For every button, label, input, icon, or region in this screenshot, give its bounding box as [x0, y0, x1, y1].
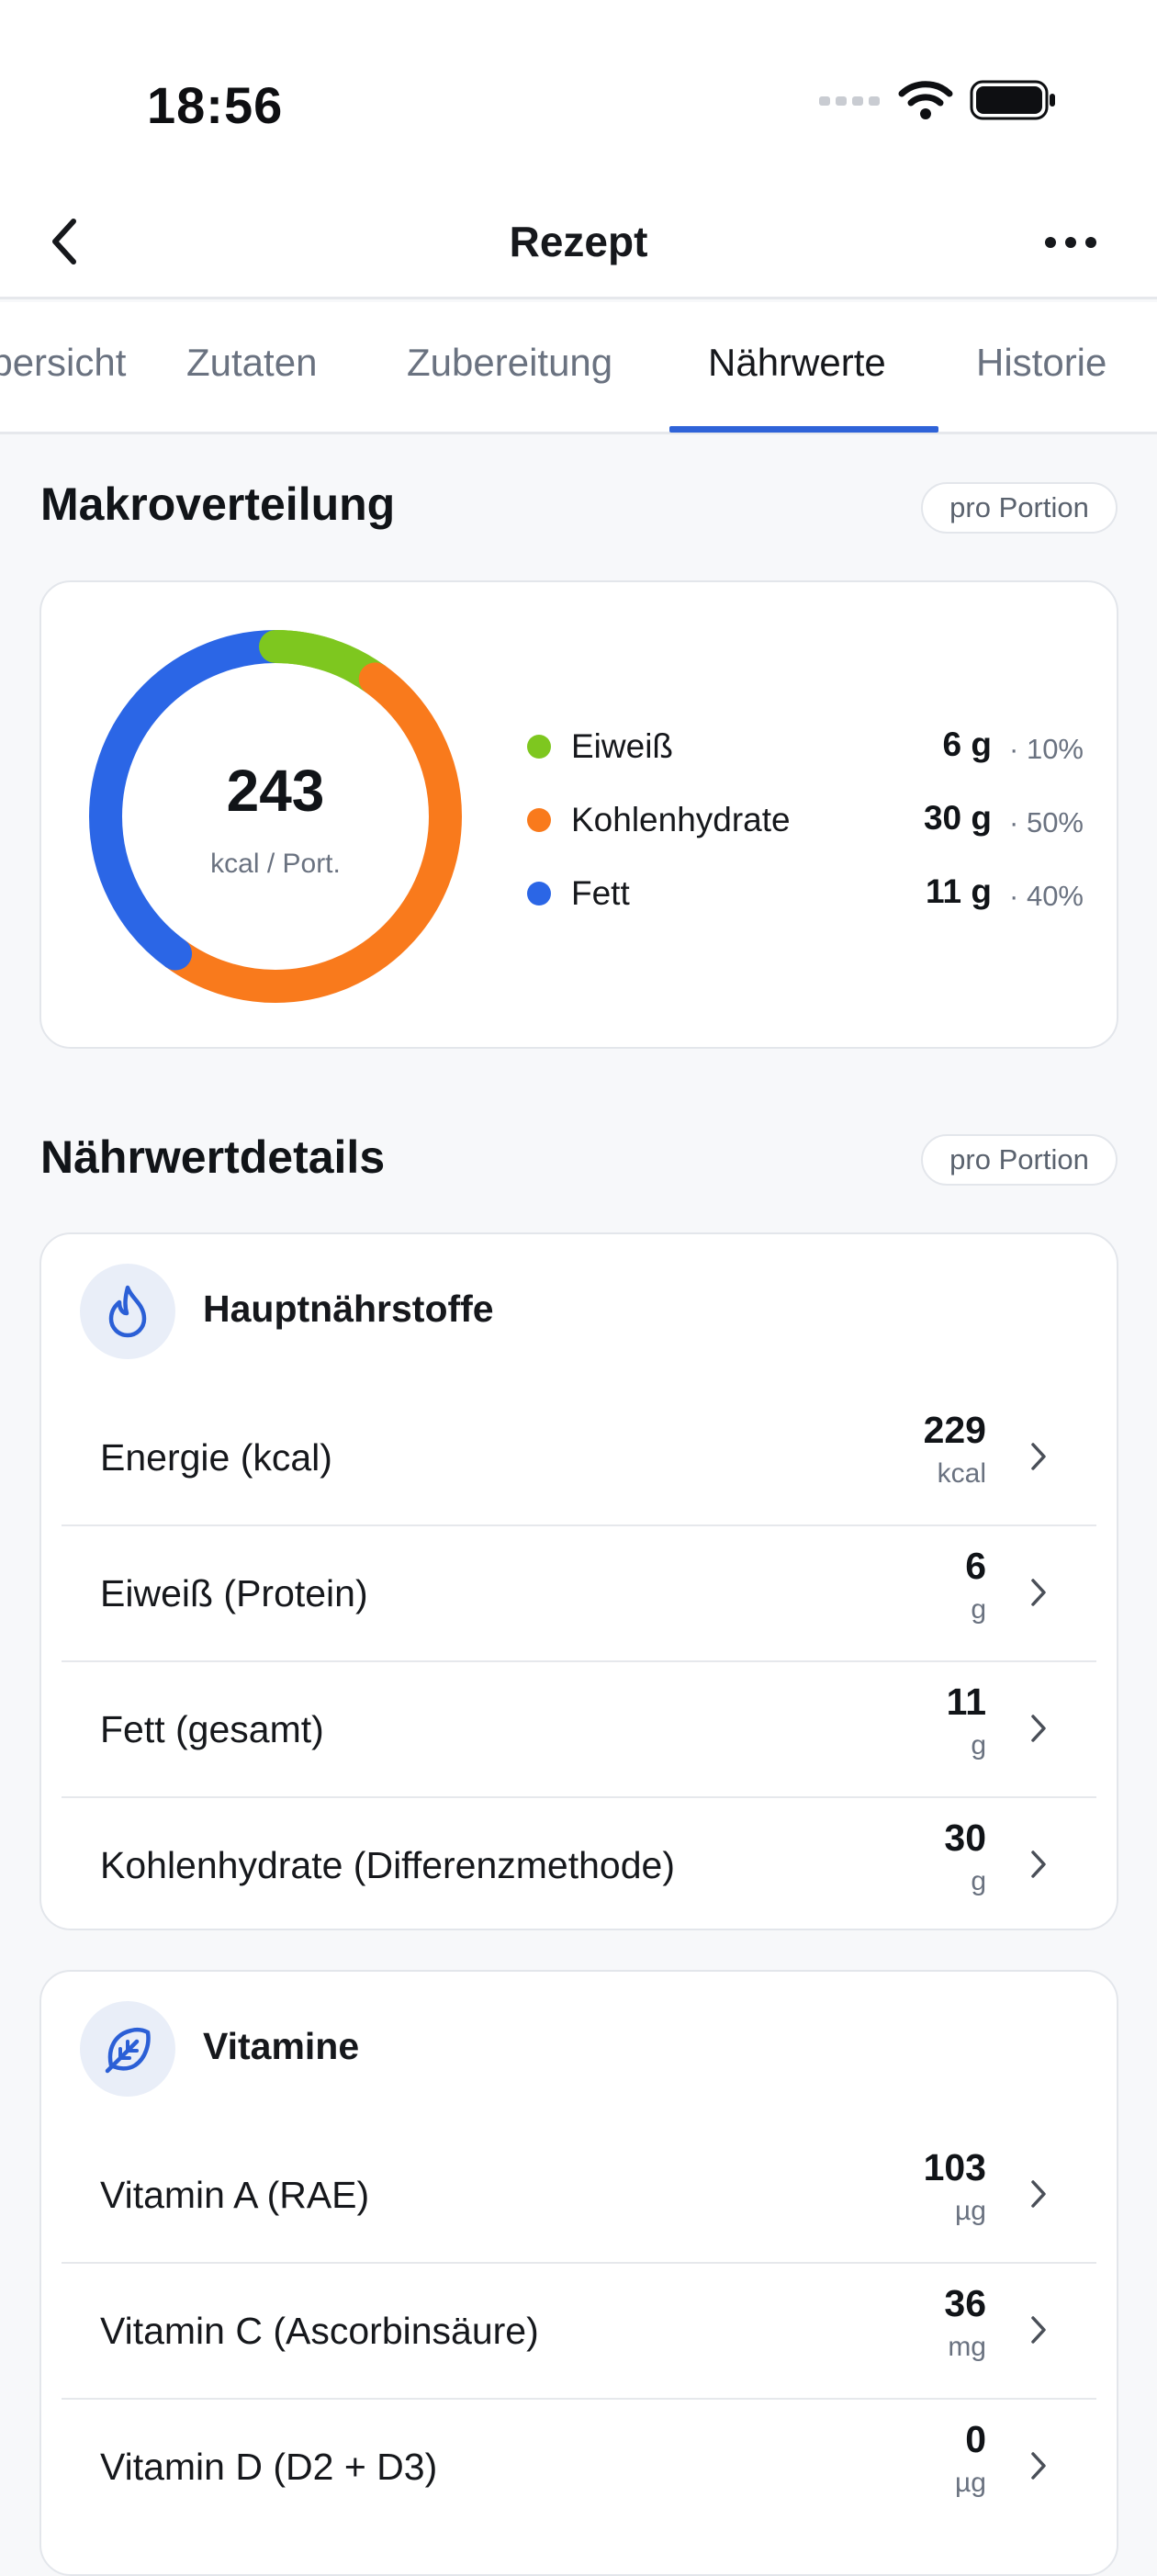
legend-label: Eiweiß: [571, 727, 674, 765]
nutrient-label: Vitamin D (D2 + D3): [100, 2446, 438, 2488]
legend-value: 6 g: [942, 726, 992, 763]
tab-historie[interactable]: Historie: [976, 341, 1106, 385]
nutrient-unit: g: [971, 1866, 986, 1896]
nutrient-label: Vitamin C (Ascorbinsäure): [100, 2310, 539, 2352]
nutrient-value: 0: [965, 2418, 986, 2460]
legend-percent: · 40%: [1009, 880, 1084, 912]
nutrient-unit: g: [971, 1730, 986, 1760]
group-title: Hauptnährstoffe: [203, 1288, 494, 1330]
details-section-title: Nährwertdetails: [40, 1131, 386, 1183]
legend-value: 30 g: [923, 799, 992, 837]
nutrient-unit: µg: [955, 2196, 986, 2226]
flame-icon: [80, 1264, 175, 1359]
row-divider: [62, 1524, 1096, 1526]
chevron-right-icon: [1025, 1438, 1052, 1475]
legend-protein: Eiweiß 6 g · 10%: [523, 720, 1120, 775]
nutrient-row[interactable]: Vitamin D (D2 + D3) 0 µg: [41, 2398, 1117, 2534]
nutrient-unit: µg: [955, 2468, 986, 2498]
details-portion-pill[interactable]: pro Portion: [921, 1134, 1118, 1186]
tab-naehrwerte[interactable]: Nährwerte: [708, 341, 886, 385]
legend-value: 11 g: [926, 872, 992, 910]
status-icons: [817, 79, 1058, 121]
tab-zutaten[interactable]: Zutaten: [186, 341, 317, 385]
nutrient-value: 6: [965, 1545, 986, 1587]
group-title: Vitamine: [203, 2025, 360, 2067]
carbs-dot: [527, 808, 551, 832]
nutrient-label: Vitamin A (RAE): [100, 2174, 370, 2216]
nutrient-value: 36: [944, 2282, 986, 2324]
chevron-right-icon: [1025, 2447, 1052, 2484]
status-time: 18:56: [147, 76, 284, 134]
more-horizontal-icon: [1045, 237, 1096, 248]
kcal-value: 243: [226, 758, 325, 824]
wifi-icon: [898, 81, 953, 119]
tab-bar: Übersicht Zutaten Zubereitung Nährwerte …: [0, 302, 1157, 434]
nutrient-row[interactable]: Fett (gesamt) 11 g: [41, 1660, 1117, 1796]
legend-label: Kohlenhydrate: [571, 801, 791, 838]
chevron-right-icon: [1025, 2176, 1052, 2212]
macro-section-title: Makroverteilung: [40, 478, 396, 530]
tab-uebersicht[interactable]: Übersicht: [0, 341, 126, 385]
nutrient-label: Energie (kcal): [100, 1436, 332, 1479]
macro-card: 243 kcal / Port. Eiweiß 6 g · 10% Kohlen…: [39, 580, 1118, 1049]
chevron-right-icon: [1025, 2312, 1052, 2348]
legend-label: Fett: [571, 874, 630, 912]
group-header: Vitamine: [41, 1972, 1117, 2126]
nutrient-row[interactable]: Kohlenhydrate (Differenzmethode) 30 g: [41, 1796, 1117, 1932]
tab-zubereitung[interactable]: Zubereitung: [407, 341, 612, 385]
cellular-signal-icon: [819, 96, 880, 106]
nutrient-unit: mg: [948, 2332, 986, 2362]
legend-fat: Fett 11 g · 40%: [523, 867, 1120, 922]
more-button[interactable]: [1034, 215, 1107, 270]
chevron-right-icon: [1025, 1710, 1052, 1747]
nutrient-value: 11: [946, 1681, 986, 1723]
nutrient-value: 103: [923, 2146, 986, 2188]
legend-carbs: Kohlenhydrate 30 g · 50%: [523, 793, 1120, 849]
nutrient-row[interactable]: Eiweiß (Protein) 6 g: [41, 1524, 1117, 1660]
protein-dot: [527, 735, 551, 759]
chevron-right-icon: [1025, 1846, 1052, 1883]
nutrient-row[interactable]: Vitamin C (Ascorbinsäure) 36 mg: [41, 2262, 1117, 2398]
row-divider: [62, 1796, 1096, 1798]
page-title: Rezept: [509, 218, 648, 265]
active-tab-indicator: [669, 426, 938, 433]
row-divider: [62, 2398, 1096, 2400]
nutrient-label: Fett (gesamt): [100, 1708, 324, 1750]
nutrient-row[interactable]: Energie (kcal) 229 kcal: [41, 1389, 1117, 1524]
nutrient-unit: g: [971, 1594, 986, 1625]
macro-portion-pill[interactable]: pro Portion: [921, 482, 1118, 534]
group-card-vitamins: Vitamine Vitamin A (RAE) 103 µg Vitamin …: [39, 1970, 1118, 2576]
nutrient-unit: kcal: [937, 1458, 986, 1489]
nutrient-row[interactable]: Vitamin A (RAE) 103 µg: [41, 2126, 1117, 2262]
chevron-right-icon: [1025, 1574, 1052, 1611]
nav-bar: Rezept: [0, 184, 1157, 299]
nutrient-value: 30: [944, 1817, 986, 1859]
nutrient-label: Eiweiß (Protein): [100, 1572, 368, 1614]
leaf-icon: [80, 2001, 175, 2097]
group-header: Hauptnährstoffe: [41, 1234, 1117, 1389]
battery-icon: [970, 80, 1055, 120]
legend-percent: · 10%: [1009, 733, 1084, 765]
status-bar: 18:56: [0, 0, 1157, 184]
legend-percent: · 50%: [1009, 806, 1084, 838]
row-divider: [62, 2262, 1096, 2264]
group-card-main-nutrients: Hauptnährstoffe Energie (kcal) 229 kcal …: [39, 1232, 1118, 1930]
nutrient-label: Kohlenhydrate (Differenzmethode): [100, 1844, 675, 1886]
fat-dot: [527, 882, 551, 906]
row-divider: [62, 1660, 1096, 1662]
kcal-unit: kcal / Port.: [210, 849, 341, 879]
nutrient-value: 229: [923, 1409, 986, 1451]
macro-donut-chart: 243 kcal / Port.: [78, 619, 473, 1014]
